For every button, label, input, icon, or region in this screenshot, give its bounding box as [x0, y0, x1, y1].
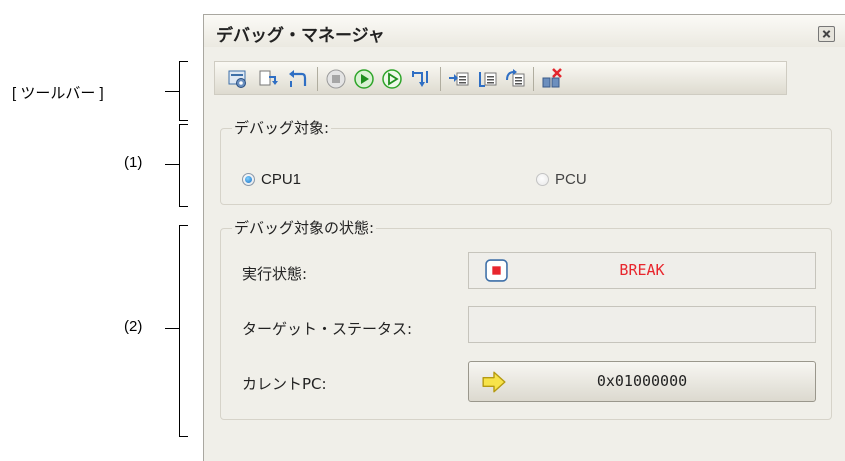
- cpu-reset-icon[interactable]: [504, 68, 526, 90]
- cpu-break-icon[interactable]: [476, 68, 498, 90]
- toolbar: [214, 61, 787, 95]
- panel-title: デバッグ・マネージャ: [216, 26, 385, 46]
- toolbar-separator: [440, 67, 441, 91]
- exec-state-label: 実行状態:: [242, 265, 308, 283]
- toolbar-separator: [533, 67, 534, 91]
- target-status-label: ターゲット・ステータス:: [242, 320, 413, 338]
- cpu-go-icon[interactable]: [448, 68, 470, 90]
- step-in-icon[interactable]: [257, 68, 279, 90]
- annotation-section-1-tick: [165, 164, 179, 165]
- step-over-icon[interactable]: [409, 68, 431, 90]
- radio-pcu[interactable]: [536, 173, 549, 186]
- annotation-section-2: (2): [124, 318, 143, 335]
- annotation-section-2-bracket: [179, 225, 188, 437]
- annotation-toolbar-tick: [165, 91, 179, 92]
- annotation-section-2-tick: [165, 328, 179, 329]
- disconnect-icon[interactable]: [541, 68, 563, 90]
- exec-state-value: BREAK: [619, 261, 665, 279]
- current-pc-button[interactable]: 0x01000000: [468, 361, 816, 402]
- current-pc-label: カレントPC:: [242, 375, 327, 393]
- return-out-icon[interactable]: [287, 68, 309, 90]
- radio-cpu1[interactable]: [242, 173, 255, 186]
- debug-manager-panel: デバッグ・マネージャ デバッグ対象: CPU1 PCU デバッグ対象の状態: 実…: [203, 14, 845, 461]
- annotation-toolbar-bracket: [179, 61, 188, 121]
- radio-pcu-label[interactable]: PCU: [555, 171, 587, 188]
- ignore-break-go-icon[interactable]: [381, 68, 403, 90]
- annotation-section-1: (1): [124, 154, 143, 171]
- exec-state-field: BREAK: [468, 252, 816, 289]
- target-settings-icon[interactable]: [227, 68, 249, 90]
- panel-titlebar: デバッグ・マネージャ: [204, 15, 845, 47]
- close-icon[interactable]: [818, 26, 835, 42]
- go-icon[interactable]: [353, 68, 375, 90]
- annotation-toolbar: [ ツールバー ]: [12, 85, 104, 102]
- target-state-group-title: デバッグ対象の状態:: [232, 217, 377, 238]
- stop-icon[interactable]: [325, 68, 347, 90]
- debug-target-group-title: デバッグ対象:: [232, 117, 332, 138]
- target-status-field: [468, 306, 816, 343]
- current-pc-value: 0x01000000: [596, 372, 688, 390]
- debug-target-group: [220, 128, 832, 205]
- annotation-section-1-bracket: [179, 124, 188, 207]
- radio-cpu1-label[interactable]: CPU1: [261, 171, 301, 188]
- toolbar-separator: [317, 67, 318, 91]
